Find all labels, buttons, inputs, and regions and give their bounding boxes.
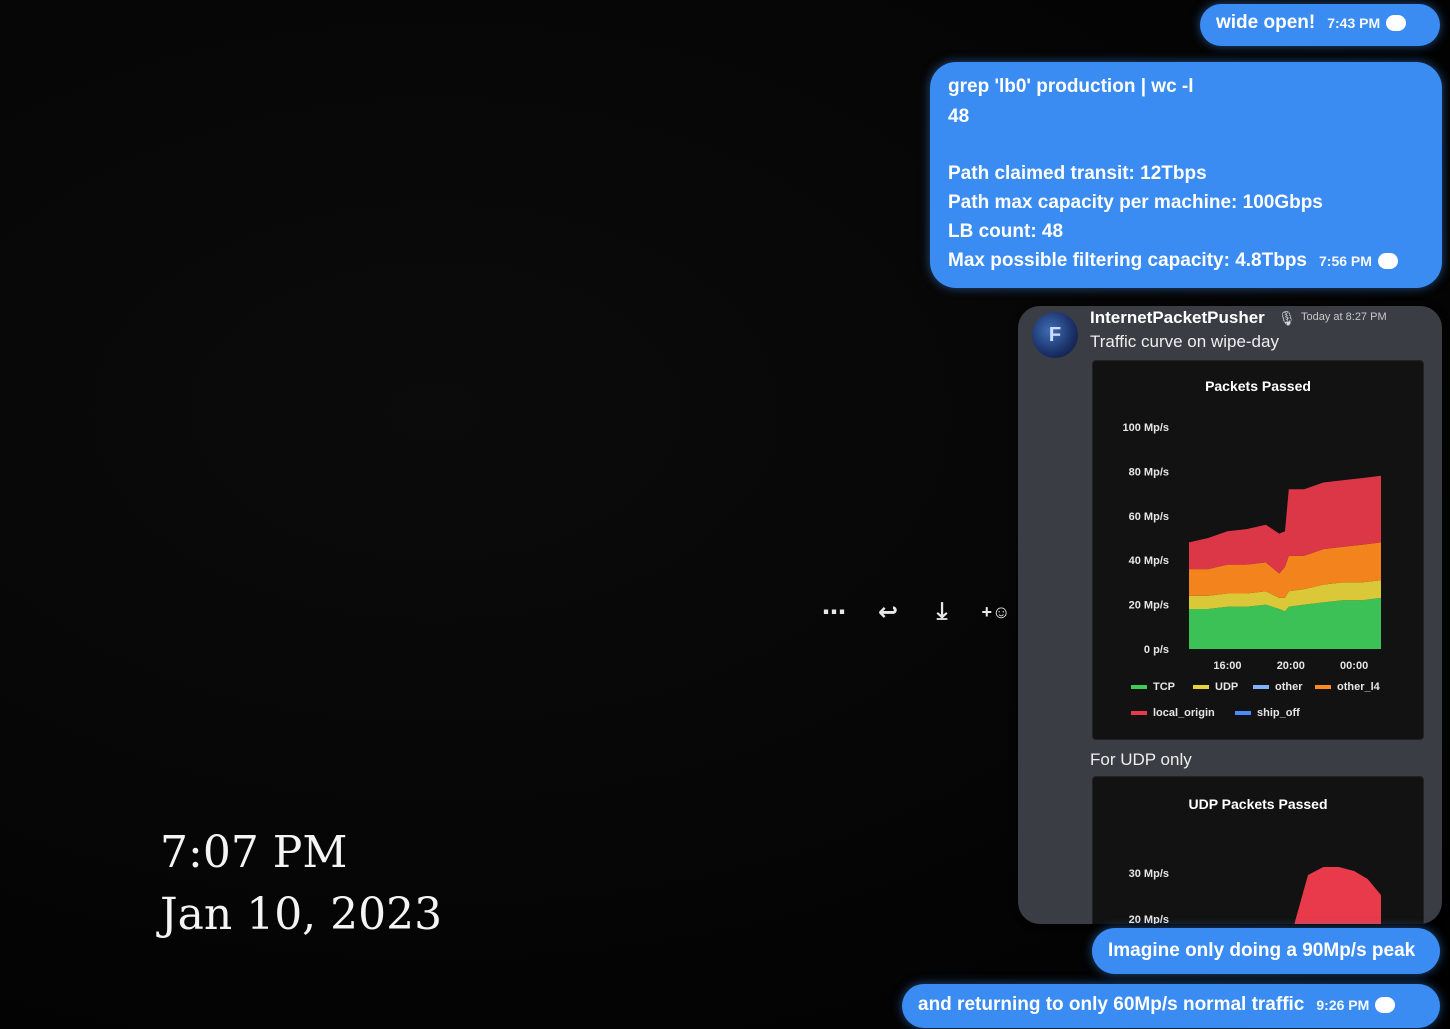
avatar[interactable]: F xyxy=(1032,312,1078,358)
chart-canvas: Packets Passed 0 p/s 20 Mp/s 40 Mp/s 60 Mp/s… xyxy=(1123,378,1381,719)
y-tick-label: 80 Mp/s xyxy=(1129,466,1169,478)
chart-title: Packets Passed xyxy=(1205,378,1311,394)
message-text: For UDP only xyxy=(1090,750,1192,769)
message-timestamp: Today at 8:27 PM xyxy=(1301,311,1387,323)
message-actions: ⋯ ↩ ⤓ +☺ xyxy=(818,596,1012,628)
message-last-row: Max possible filtering capacity: 4.8Tbps… xyxy=(948,250,1398,272)
message-bubble-returning[interactable]: and returning to only 60Mp/s normal traf… xyxy=(902,984,1440,1028)
read-receipt-icon xyxy=(1377,253,1398,269)
chart-title: UDP Packets Passed xyxy=(1188,796,1327,812)
message-line: grep 'lb0' production | wc -l xyxy=(948,76,1194,97)
message-line: Path max capacity per machine: 100Gbps xyxy=(948,192,1323,213)
y-tick-label: 20 Mp/s xyxy=(1129,914,1169,924)
legend-swatch xyxy=(1235,711,1251,715)
area-series-udp xyxy=(1294,867,1381,924)
message-line: 48 xyxy=(948,106,970,127)
legend-swatch xyxy=(1131,711,1147,715)
message-time: 9:26 PM xyxy=(1316,997,1370,1013)
legend-label: TCP xyxy=(1153,681,1175,693)
message-text: Traffic curve on wipe-day xyxy=(1090,332,1279,351)
y-tick-label: 20 Mp/s xyxy=(1129,600,1169,612)
y-tick-label: 0 p/s xyxy=(1144,644,1169,656)
legend-label: local_origin xyxy=(1153,707,1215,719)
legend-label: other xyxy=(1275,681,1303,693)
x-tick-label: 20:00 xyxy=(1277,660,1305,672)
message-bubble-grep[interactable]: grep 'lb0' production | wc -l 48 Path cl… xyxy=(930,62,1442,288)
reply-icon[interactable]: ↩ xyxy=(872,596,904,628)
legend-label: ship_off xyxy=(1257,707,1300,719)
microphone-icon: 🎙 xyxy=(1278,310,1296,326)
read-receipt-icon xyxy=(1375,997,1396,1013)
overlay-date: Jan 10, 2023 xyxy=(160,889,443,940)
x-tick-label: 00:00 xyxy=(1340,660,1368,672)
more-options-icon[interactable]: ⋯ xyxy=(818,596,850,628)
legend-label: UDP xyxy=(1215,681,1238,693)
message-line: Path claimed transit: 12Tbps xyxy=(948,163,1207,184)
legend-swatch xyxy=(1253,685,1269,689)
y-tick-label: 30 Mp/s xyxy=(1129,868,1169,880)
y-tick-label: 100 Mp/s xyxy=(1123,422,1169,434)
message-time: 7:43 PM xyxy=(1327,15,1381,31)
message-bubble-imagine[interactable]: Imagine only doing a 90Mp/s peak xyxy=(1092,928,1440,974)
packets-passed-chart[interactable]: Packets Passed 0 p/s 20 Mp/s 40 Mp/s 60 Mp/s… xyxy=(1092,360,1424,740)
legend-label: other_l4 xyxy=(1337,681,1381,693)
message-text: Imagine only doing a 90Mp/s peak xyxy=(1108,940,1416,961)
message-line: Max possible filtering capacity: 4.8Tbps xyxy=(948,250,1307,271)
y-tick-label: 40 Mp/s xyxy=(1129,555,1169,567)
legend-swatch xyxy=(1131,685,1147,689)
add-reaction-icon[interactable]: +☺ xyxy=(980,596,1012,628)
y-tick-label: 60 Mp/s xyxy=(1129,511,1169,523)
timestamp-overlay: 7:07 PM Jan 10, 2023 xyxy=(160,822,442,946)
message-bubble-wide-open[interactable]: wide open! 7:43 PM xyxy=(1200,4,1440,46)
message-line: LB count: 48 xyxy=(948,221,1064,242)
video-frame: 7:07 PM Jan 10, 2023 wide open! 7:43 PM … xyxy=(0,0,1450,1029)
message-text: wide open! xyxy=(1216,12,1316,33)
message-time: 7:56 PM xyxy=(1319,253,1372,269)
legend-swatch xyxy=(1193,685,1209,689)
overlay-time: 7:07 PM xyxy=(160,827,348,878)
shared-message-card[interactable]: F InternetPacketPusher 🎙 Today at 8:27 P… xyxy=(1018,306,1442,924)
chart-canvas: UDP Packets Passed 30 Mp/s 20 Mp/s xyxy=(1129,796,1381,924)
udp-packets-chart[interactable]: UDP Packets Passed 30 Mp/s 20 Mp/s xyxy=(1092,776,1424,924)
x-tick-label: 16:00 xyxy=(1213,660,1241,672)
message-text: and returning to only 60Mp/s normal traf… xyxy=(918,994,1305,1015)
read-receipt-icon xyxy=(1386,15,1407,31)
username[interactable]: InternetPacketPusher xyxy=(1090,308,1265,328)
download-icon[interactable]: ⤓ xyxy=(926,596,958,628)
legend-swatch xyxy=(1315,685,1331,689)
